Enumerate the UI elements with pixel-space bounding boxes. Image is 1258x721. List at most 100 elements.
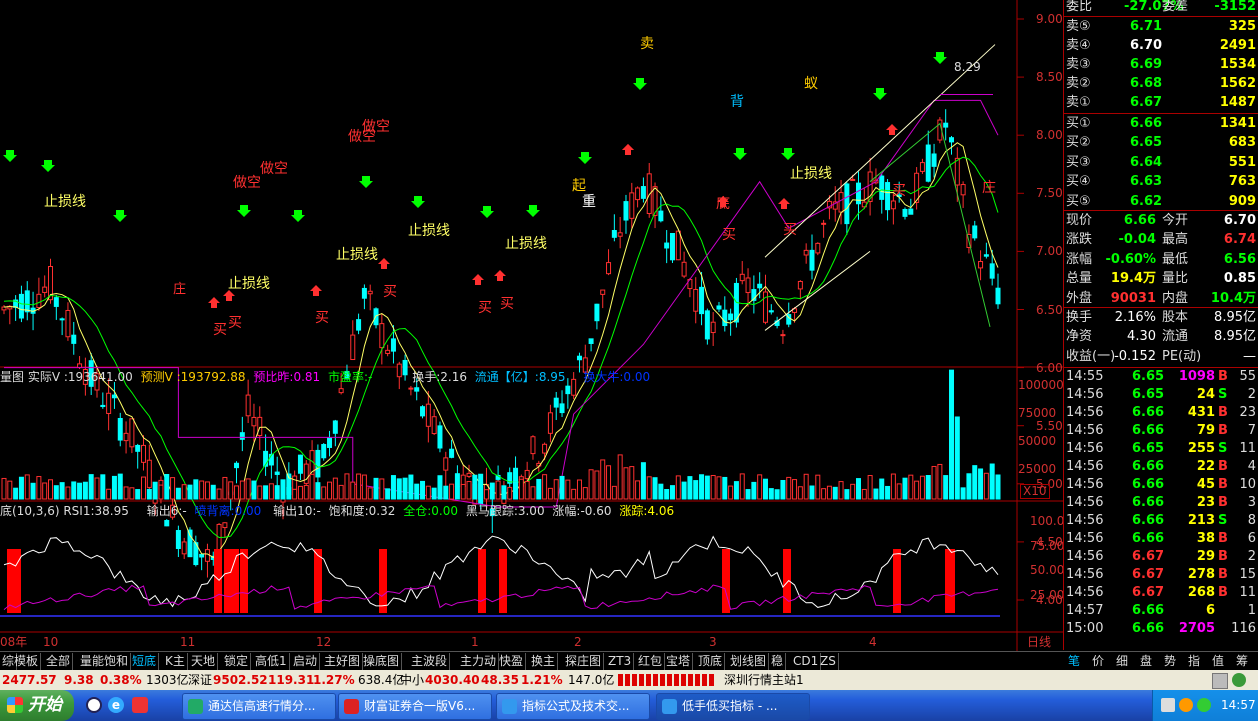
quote-panel: 委比 -27.07% 委差 -3152 卖⑤ 6.71 325 卖④ 6.70 2491 卖③ 6.6…	[1063, 0, 1258, 650]
volume-bar	[71, 481, 77, 500]
trend-line	[764, 251, 871, 331]
panel-tab[interactable]: 值	[1212, 653, 1224, 670]
sell-level-label: 卖③	[1066, 57, 1091, 72]
date-tick: 4	[869, 635, 877, 649]
kline-chart-area[interactable]	[0, 0, 1063, 651]
indicator-tab[interactable]: 高低1	[253, 653, 290, 670]
indicator-tab[interactable]: 换主	[529, 653, 559, 670]
volume-bar	[321, 486, 327, 500]
quicklaunch-icon-3[interactable]	[132, 697, 148, 713]
buy-level-volume: 1341	[1219, 116, 1256, 131]
taskbar-app-2[interactable]: 财富证券合一版V6...	[338, 693, 492, 720]
indicator-tab[interactable]: 稳	[769, 653, 787, 670]
panel-tab[interactable]: 势	[1164, 653, 1176, 670]
tick-price: 6.66	[1132, 603, 1165, 618]
indicator-tab[interactable]: 模板	[12, 653, 42, 670]
indicator-tab[interactable]: 快盈	[497, 653, 527, 670]
signal-bar	[499, 549, 507, 613]
volume-bar	[699, 474, 705, 500]
indicator-tab[interactable]: 操底图	[361, 653, 403, 670]
volume-bar	[821, 488, 827, 500]
volume-bar	[855, 478, 861, 500]
indicator-tab[interactable]: 顶底	[696, 653, 726, 670]
taskbar-app-1[interactable]: 通达信高速行情分...	[182, 693, 336, 720]
candle-body	[1, 306, 7, 311]
indicator-tab[interactable]: 启动	[291, 653, 321, 670]
volume-bar	[228, 481, 234, 500]
start-button[interactable]: 开始	[0, 690, 74, 721]
buy-level-price: 6.62	[1130, 193, 1163, 209]
panel-tab[interactable]: 指	[1188, 653, 1200, 670]
indicator-tab[interactable]: 红包	[636, 653, 666, 670]
indicator-tab[interactable]: ZS	[818, 653, 839, 670]
panel-tab[interactable]: 笔	[1068, 653, 1080, 670]
taskbar-app-3[interactable]: 指标公式及技术交...	[496, 693, 650, 720]
volume-bar	[315, 482, 321, 500]
panel-tab[interactable]: 价	[1092, 653, 1104, 670]
tick-count: 2	[1247, 387, 1256, 402]
volume-bar	[960, 487, 966, 500]
candle-body	[175, 530, 181, 549]
indicator-tab[interactable]: CD1	[791, 653, 822, 670]
buy-label-8: 买	[783, 222, 797, 238]
volume-bar	[518, 478, 524, 500]
volume-bar	[420, 480, 426, 500]
volume-bar	[972, 465, 978, 500]
tick-time: 14:56	[1066, 459, 1104, 474]
indicator-tab[interactable]: 短底	[130, 653, 160, 670]
tray-icon-2[interactable]	[1179, 698, 1193, 712]
volume-bar	[443, 485, 449, 500]
volume-bar	[536, 478, 542, 500]
sell-arrow-icon	[237, 205, 251, 217]
volume-bar	[704, 475, 710, 500]
buy-level-row: 买① 6.66 1341	[1064, 114, 1258, 133]
indicator-tab[interactable]: 天地	[189, 653, 219, 670]
buy-arrow-icon	[494, 270, 506, 281]
volume-bar	[280, 479, 286, 500]
volume-bar	[495, 480, 501, 500]
candle-body	[437, 425, 443, 449]
candle-body	[542, 443, 548, 454]
sell-level-price: 6.69	[1130, 57, 1163, 72]
indicator-tab[interactable]: 划线图	[728, 653, 770, 670]
indicator-tab[interactable]: 锁定	[222, 653, 252, 670]
candle-body	[332, 420, 338, 434]
candle-body	[350, 334, 356, 361]
volume-bar	[245, 478, 251, 500]
indicator-tab[interactable]: 主力动	[458, 653, 500, 670]
indicator-tab[interactable]: 探庄图	[563, 653, 605, 670]
indicator-tab[interactable]: ZT3	[606, 653, 635, 670]
tray-icon-3[interactable]	[1197, 698, 1211, 712]
stat-label: 收益(一)	[1066, 348, 1116, 364]
station-label[interactable]: 深圳行情主站1	[724, 670, 804, 690]
buy-arrow-icon	[778, 198, 790, 209]
quicklaunch-icon-1[interactable]	[86, 697, 102, 713]
indicator-tab[interactable]: 全部	[44, 653, 74, 670]
buy-level-row: 买⑤ 6.62 909	[1064, 192, 1258, 211]
panel-tab[interactable]: 盘	[1140, 653, 1152, 670]
tray-icon-1[interactable]	[1161, 698, 1175, 712]
indicator-tab[interactable]: 宝塔	[664, 653, 694, 670]
signal-bar	[7, 549, 21, 613]
ie-icon[interactable]: e	[108, 697, 124, 713]
volume-bar	[576, 479, 582, 500]
sell-level-row: 卖② 6.68 1562	[1064, 74, 1258, 93]
indicator-tab[interactable]: 主好图	[322, 653, 364, 670]
volume-bar	[850, 483, 856, 500]
taskbar-app-4[interactable]: 低手低买指标 - ...	[656, 693, 810, 720]
tick-count: 4	[1247, 459, 1256, 474]
panel-tab[interactable]: 细	[1116, 653, 1128, 670]
tick-price: 6.66	[1132, 477, 1165, 492]
stat-value-2: 10.4万	[1210, 290, 1256, 306]
indicator-tab[interactable]: K主	[163, 653, 188, 670]
tick-price: 6.66	[1132, 621, 1165, 636]
zx-amount: 147.0亿	[568, 673, 615, 687]
indicator-tab[interactable]: 主波段	[409, 653, 451, 670]
volume-bar	[65, 486, 71, 500]
sell-arrow-icon	[526, 205, 540, 217]
indicator-tab[interactable]: 量能饱和	[78, 653, 132, 670]
price-tick: 7.50	[1036, 186, 1063, 201]
volume-bar	[693, 480, 699, 500]
volume-bar	[931, 465, 937, 500]
panel-tab[interactable]: 筹	[1236, 653, 1248, 670]
